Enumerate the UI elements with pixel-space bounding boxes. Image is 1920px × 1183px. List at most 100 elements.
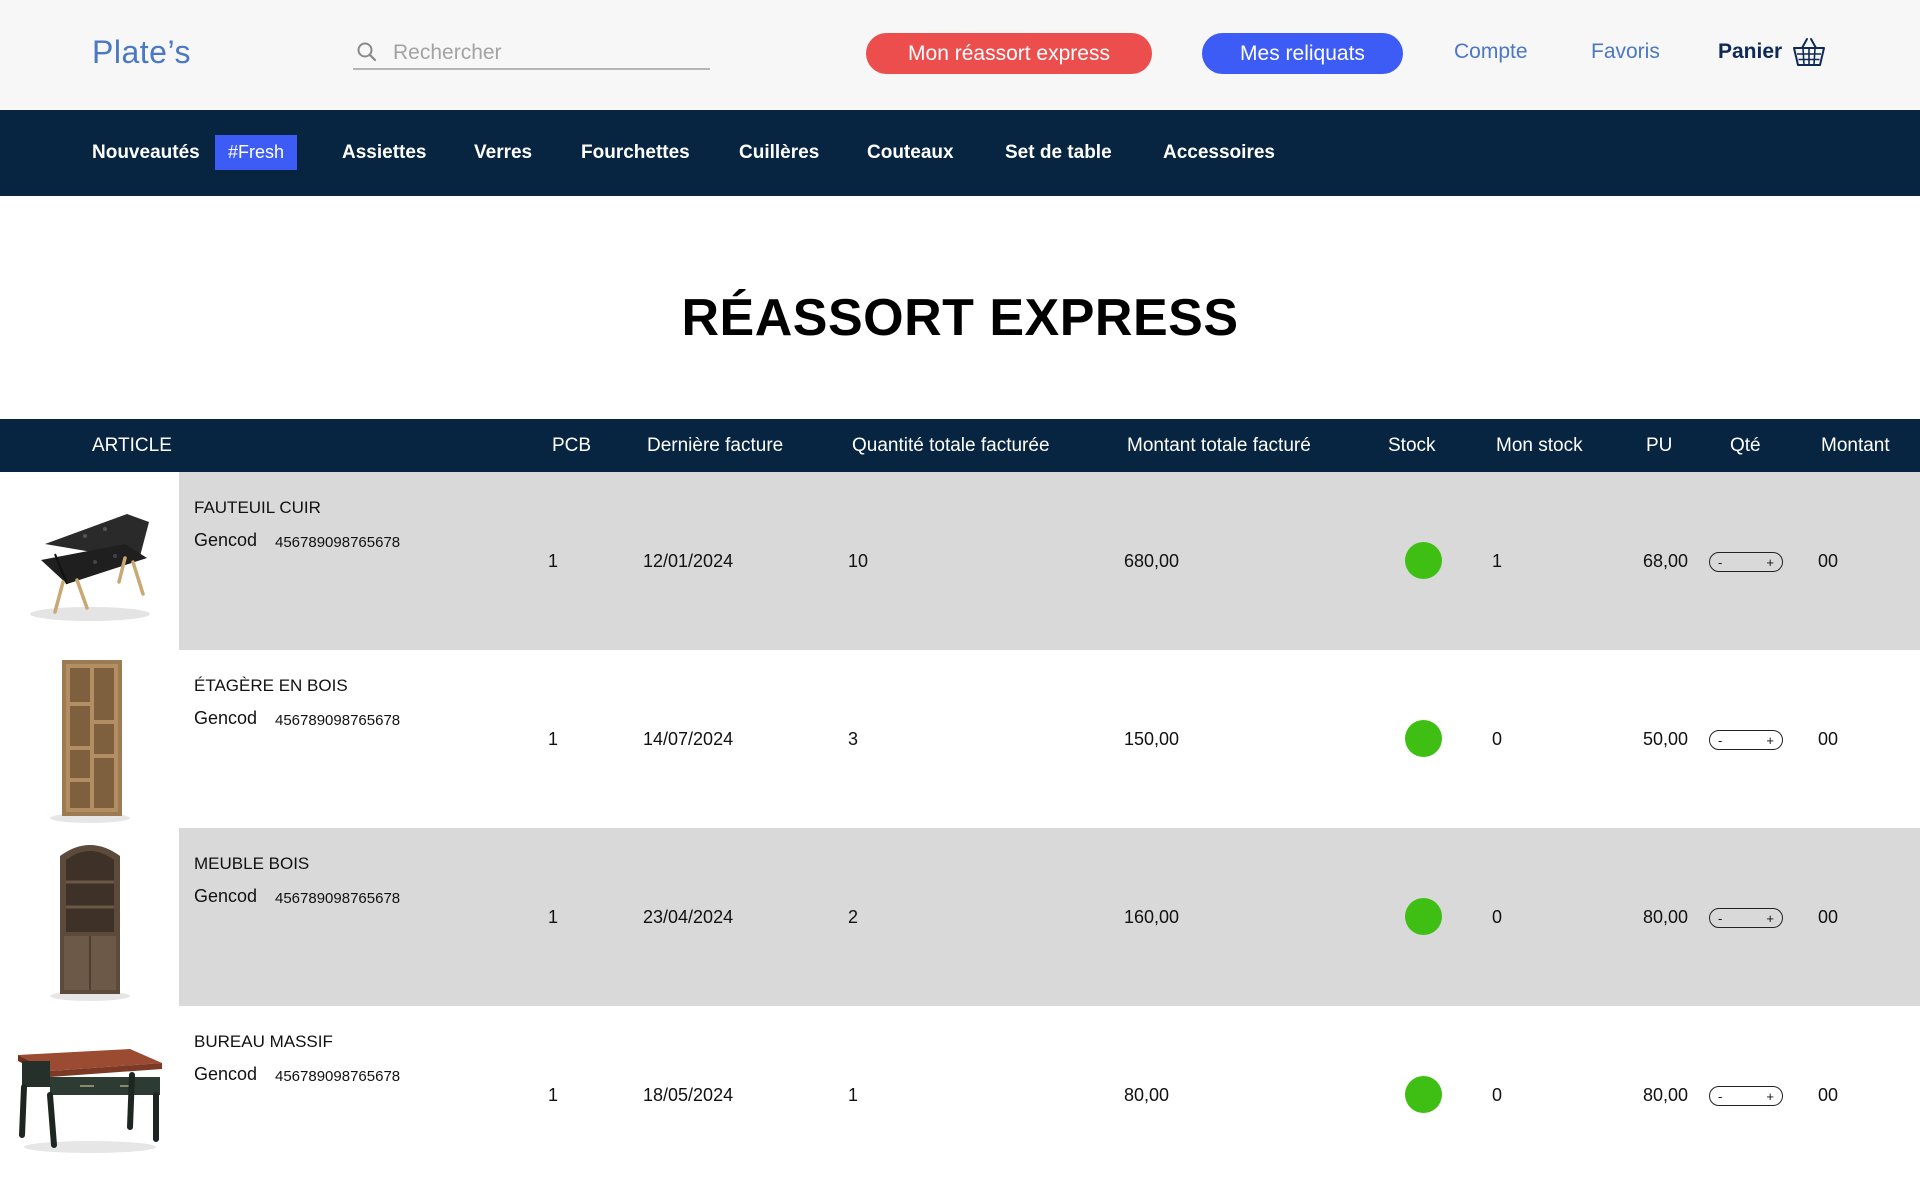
page-title: RÉASSORT EXPRESS xyxy=(681,289,1239,347)
amount-value: 00 xyxy=(1818,551,1839,571)
my-stock-value: 0 xyxy=(1492,907,1503,927)
amount-total-value: 80,00 xyxy=(1124,1085,1170,1105)
last-invoice-value: 18/05/2024 xyxy=(643,1085,734,1105)
stock-status-dot xyxy=(1405,898,1442,935)
gencod-label: Gencod xyxy=(194,530,258,550)
unit-price-value: 50,00 xyxy=(1643,729,1689,749)
amount-total-value: 680,00 xyxy=(1124,551,1180,571)
cabinet-icon xyxy=(49,845,130,1001)
top-header: Plate’s Mon réassort express Mes reliqua… xyxy=(0,0,1920,110)
increment-button[interactable]: + xyxy=(1766,1090,1774,1103)
product-name[interactable]: FAUTEUIL CUIR xyxy=(194,498,321,518)
table-header: ARTICLE PCB Dernière facture Quantité to… xyxy=(0,419,1920,472)
header-montant-totale: Montant totale facturé xyxy=(1127,435,1311,456)
product-name[interactable]: ÉTAGÈRE EN BOIS xyxy=(194,676,348,696)
last-invoice-value: 23/04/2024 xyxy=(643,907,734,927)
pcb-value: 1 xyxy=(548,1085,559,1105)
amount-value: 00 xyxy=(1818,907,1839,927)
gencod-value: 456789098765678 xyxy=(275,534,401,551)
product-image[interactable] xyxy=(0,1006,179,1183)
reassort-express-button[interactable]: Mon réassort express xyxy=(866,33,1152,74)
my-stock-value: 1 xyxy=(1492,551,1503,571)
stock-status-dot xyxy=(1405,542,1442,579)
increment-button[interactable]: + xyxy=(1766,912,1774,925)
nav-item-set-de-table[interactable]: Set de table xyxy=(1005,142,1112,164)
nav-item-fourchettes[interactable]: Fourchettes xyxy=(581,142,690,164)
last-invoice-value: 14/07/2024 xyxy=(643,729,734,749)
basket-icon xyxy=(1793,38,1826,66)
qty-total-value: 3 xyxy=(848,729,859,749)
my-stock-value: 0 xyxy=(1492,1085,1503,1105)
cart-link[interactable]: Panier xyxy=(1718,36,1826,68)
header-qte: Qté xyxy=(1730,435,1761,456)
quantity-stepper[interactable]: - + xyxy=(1709,908,1783,928)
amount-value: 00 xyxy=(1818,729,1839,749)
amount-total-value: 160,00 xyxy=(1124,907,1180,927)
pcb-value: 1 xyxy=(548,729,559,749)
stock-status-dot xyxy=(1405,1076,1442,1113)
header-derniere-facture: Dernière facture xyxy=(647,435,784,456)
qty-total-value: 10 xyxy=(848,551,869,571)
gencod-value: 456789098765678 xyxy=(275,712,401,729)
unit-price-value: 68,00 xyxy=(1643,551,1689,571)
header-pu: PU xyxy=(1646,435,1673,456)
fresh-badge[interactable]: #Fresh xyxy=(215,135,297,170)
my-stock-value: 0 xyxy=(1492,729,1503,749)
product-name[interactable]: MEUBLE BOIS xyxy=(194,854,309,874)
nav-item-couteaux[interactable]: Couteaux xyxy=(867,142,954,164)
product-image[interactable] xyxy=(0,828,179,1006)
decrement-button[interactable]: - xyxy=(1718,734,1722,747)
cart-label: Panier xyxy=(1718,40,1783,63)
quantity-stepper[interactable]: - + xyxy=(1709,1086,1783,1106)
gencod-value: 456789098765678 xyxy=(275,890,401,907)
qty-total-value: 1 xyxy=(848,1085,859,1105)
product-name[interactable]: BUREAU MASSIF xyxy=(194,1032,333,1052)
amount-total-value: 150,00 xyxy=(1124,729,1180,749)
decrement-button[interactable]: - xyxy=(1718,556,1722,569)
nav-item-verres[interactable]: Verres xyxy=(474,142,532,164)
account-link[interactable]: Compte xyxy=(1454,40,1528,64)
pcb-value: 1 xyxy=(548,907,559,927)
desk-icon xyxy=(17,1049,162,1153)
search-bar[interactable] xyxy=(353,38,710,70)
header-mon-stock: Mon stock xyxy=(1496,435,1583,456)
quantity-stepper[interactable]: - + xyxy=(1709,730,1783,750)
amount-value: 00 xyxy=(1818,1085,1839,1105)
gencod-value: 456789098765678 xyxy=(275,1068,401,1085)
increment-button[interactable]: + xyxy=(1766,734,1774,747)
decrement-button[interactable]: - xyxy=(1718,912,1722,925)
nav-item-nouveautes[interactable]: Nouveautés xyxy=(92,142,200,164)
header-article: ARTICLE xyxy=(92,435,172,456)
increment-button[interactable]: + xyxy=(1766,556,1774,569)
header-montant: Montant xyxy=(1821,435,1890,456)
reliquats-button[interactable]: Mes reliquats xyxy=(1202,33,1403,74)
favorites-link[interactable]: Favoris xyxy=(1591,40,1660,64)
bookshelf-icon xyxy=(49,660,130,823)
site-logo[interactable]: Plate’s xyxy=(92,34,191,71)
header-stock: Stock xyxy=(1388,435,1436,456)
nav-item-accessoires[interactable]: Accessoires xyxy=(1163,142,1275,164)
nav-item-assiettes[interactable]: Assiettes xyxy=(342,142,427,164)
table-row[interactable]: ÉTAGÈRE EN BOIS Gencod 456789098765678 1… xyxy=(0,650,1920,828)
unit-price-value: 80,00 xyxy=(1643,1085,1689,1105)
quantity-stepper[interactable]: - + xyxy=(1709,552,1783,572)
product-image[interactable] xyxy=(0,472,179,650)
table-row[interactable]: MEUBLE BOIS Gencod 456789098765678 1 23/… xyxy=(0,828,1920,1006)
search-input[interactable] xyxy=(393,40,703,66)
qty-total-value: 2 xyxy=(848,907,859,927)
category-nav: Nouveautés #Fresh Assiettes Verres Fourc… xyxy=(0,110,1920,196)
gencod-label: Gencod xyxy=(194,1064,258,1084)
decrement-button[interactable]: - xyxy=(1718,1090,1722,1103)
gencod-label: Gencod xyxy=(194,886,258,906)
header-quantite-totale: Quantité totale facturée xyxy=(852,435,1050,456)
table-row[interactable]: BUREAU MASSIF Gencod 456789098765678 1 1… xyxy=(0,1006,1920,1183)
product-image[interactable] xyxy=(0,650,179,828)
nav-item-cuilleres[interactable]: Cuillères xyxy=(739,142,819,164)
search-icon[interactable] xyxy=(355,40,379,64)
gencod-label: Gencod xyxy=(194,708,258,728)
stock-status-dot xyxy=(1405,720,1442,757)
header-pcb: PCB xyxy=(552,435,592,456)
pcb-value: 1 xyxy=(548,551,559,571)
table-row[interactable]: FAUTEUIL CUIR Gencod 456789098765678 1 1… xyxy=(0,472,1920,650)
last-invoice-value: 12/01/2024 xyxy=(643,551,734,571)
